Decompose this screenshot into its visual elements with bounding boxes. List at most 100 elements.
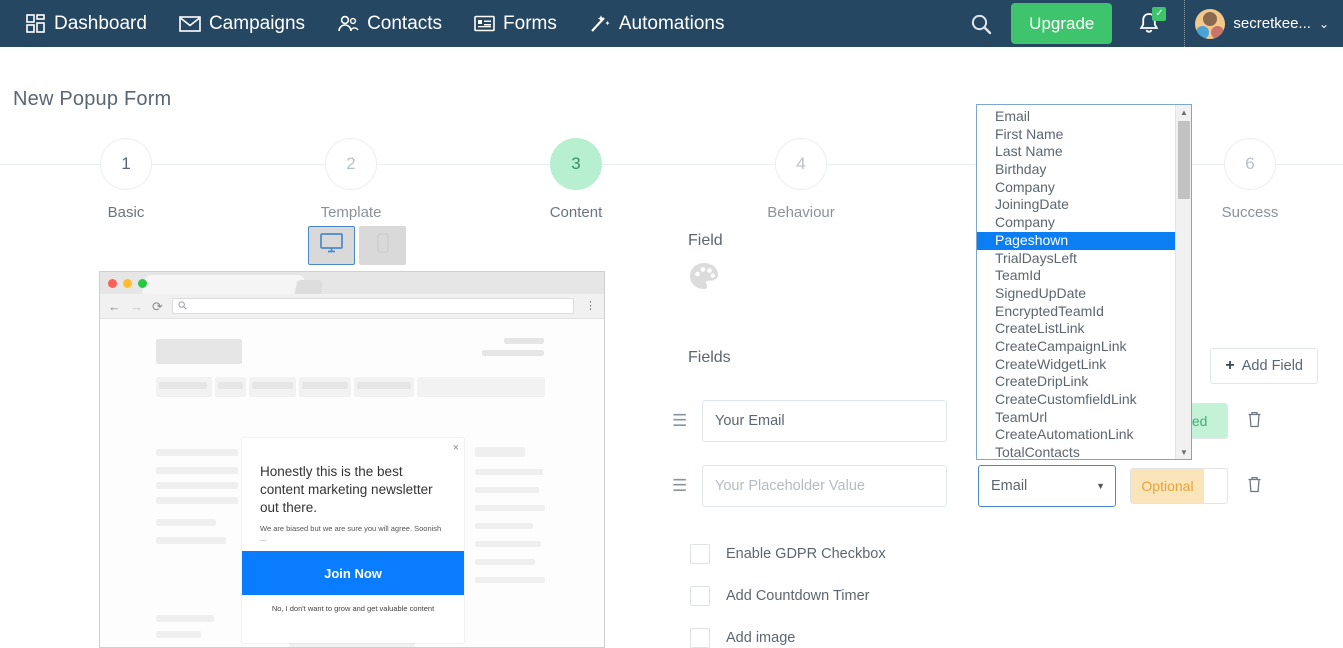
dropdown-option[interactable]: Last Name [977,143,1175,161]
addimage-checkbox[interactable] [690,628,710,648]
browser-forward-icon[interactable]: → [130,300,143,313]
device-mobile-button[interactable] [359,226,406,265]
nav-item-dashboard[interactable]: Dashboard [10,0,163,47]
step-6-success[interactable]: 6 Success [1190,138,1310,221]
dropdown-scrollbar[interactable]: ▲ ▼ [1175,105,1191,459]
user-name-label: secretkee... [1233,15,1311,32]
search-icon[interactable] [959,2,1003,46]
add-field-button[interactable]: + Add Field [1210,348,1318,384]
drag-handle-icon[interactable]: ☰ [672,476,702,496]
step-3-circle: 3 [550,138,602,190]
field-type-dropdown-list[interactable]: EmailFirst NameLast NameBirthdayCompanyJ… [976,104,1192,460]
skeleton-line [475,487,539,493]
field-value-input[interactable] [702,400,947,442]
countdown-checkbox[interactable] [690,586,710,606]
kebab-menu-icon[interactable]: ⋮ [583,304,596,308]
addimage-checkbox-row: Add image [690,628,795,648]
plus-icon: + [1225,358,1234,374]
step-4-behaviour[interactable]: 4 Behaviour [741,138,861,221]
page-title: New Popup Form [13,88,171,111]
scroll-up-icon[interactable]: ▲ [1176,105,1192,119]
step-4-label: Behaviour [741,204,861,221]
skeleton-line [218,382,243,389]
popup-close-icon[interactable]: × [453,442,459,454]
bell-icon[interactable]: ✓ [1124,2,1174,46]
device-toggle-group [308,226,406,265]
dropdown-option[interactable]: Email [977,108,1175,126]
popup-cta-button[interactable]: Join Now [242,551,464,595]
device-desktop-button[interactable] [308,226,355,265]
magic-wand-icon [589,14,611,34]
skeleton-line [475,559,535,565]
skeleton-line [156,467,238,474]
user-menu[interactable]: secretkee... ⌄ [1195,9,1329,39]
field-type-value: Email [991,478,1027,494]
upgrade-button[interactable]: Upgrade [1011,3,1112,44]
avatar [1195,9,1225,39]
dropdown-option[interactable]: Company [977,214,1175,232]
dropdown-option[interactable]: CreateAutomationLink [977,426,1175,444]
dropdown-option[interactable]: First Name [977,126,1175,144]
browser-page-body: × Honestly this is the best content mark… [100,319,604,648]
browser-preview: ← → ⟳ ⋮ [99,271,605,648]
grid-icon [26,14,46,34]
step-1-basic[interactable]: 1 Basic [66,138,186,221]
browser-tab [142,275,306,294]
trash-icon[interactable] [1246,410,1263,433]
gdpr-checkbox-label: Enable GDPR Checkbox [726,546,886,562]
dropdown-option[interactable]: Company [977,179,1175,197]
dropdown-option[interactable]: CreateCustomfieldLink [977,391,1175,409]
dropdown-option[interactable]: SignedUpDate [977,285,1175,303]
gdpr-checkbox[interactable] [690,544,710,564]
dropdown-option[interactable]: TeamId [977,267,1175,285]
envelope-icon [179,15,201,33]
browser-url-input[interactable] [172,298,574,314]
drag-handle-icon[interactable]: ☰ [672,411,702,431]
skeleton-line [475,541,541,547]
scroll-down-icon[interactable]: ▼ [1176,445,1192,459]
nav-item-forms[interactable]: Forms [458,0,573,47]
skeleton-line [475,469,543,475]
field-optional-toggle[interactable]: Optional [1130,468,1228,504]
dropdown-option[interactable]: JoiningDate [977,196,1175,214]
palette-icon[interactable] [688,261,720,291]
trash-icon[interactable] [1246,475,1263,498]
browser-titlebar [100,272,604,294]
popup-decline-link[interactable]: No, I don't want to grow and get valuabl… [242,604,464,613]
dropdown-option[interactable]: TeamUrl [977,409,1175,427]
browser-reload-icon[interactable]: ⟳ [152,300,163,313]
dropdown-option[interactable]: CreateCampaignLink [977,338,1175,356]
dropdown-option[interactable]: Pageshown [977,232,1175,250]
nav-label-forms: Forms [503,13,557,35]
add-field-label: Add Field [1242,358,1303,374]
countdown-checkbox-row: Add Countdown Timer [690,586,869,606]
step-1-label: Basic [66,204,186,221]
top-navigation-bar: Dashboard Campaigns Contacts Forms Autom… [0,0,1343,47]
nav-item-campaigns[interactable]: Campaigns [163,0,321,47]
field-type-select[interactable]: Email ▼ [978,465,1116,507]
dropdown-option[interactable]: TotalContacts [977,444,1175,459]
field-section-label: Field [688,232,723,250]
dropdown-option[interactable]: TrialDaysLeft [977,250,1175,268]
step-3-content[interactable]: 3 Content [516,138,636,221]
nav-item-automations[interactable]: Automations [573,0,741,47]
skeleton-navitem [417,377,545,397]
step-6-circle: 6 [1224,138,1276,190]
skeleton-line [475,447,525,457]
dropdown-option[interactable]: EncryptedTeamId [977,303,1175,321]
popup-heading: Honestly this is the best content market… [242,438,464,517]
skeleton-line [156,449,238,456]
dropdown-option[interactable]: Birthday [977,161,1175,179]
field-placeholder-input[interactable] [702,465,947,507]
nav-item-contacts[interactable]: Contacts [321,0,458,47]
dropdown-option[interactable]: CreateWidgetLink [977,356,1175,374]
maximize-dot [138,279,147,288]
nav-label-campaigns: Campaigns [209,13,305,35]
dropdown-option[interactable]: CreateListLink [977,320,1175,338]
dropdown-option[interactable]: CreateDripLink [977,373,1175,391]
scrollbar-thumb[interactable] [1178,121,1190,199]
step-2-template[interactable]: 2 Template [291,138,411,221]
field-optional-label: Optional [1131,469,1204,503]
browser-back-icon[interactable]: ← [108,300,121,313]
skeleton-line [156,482,238,489]
